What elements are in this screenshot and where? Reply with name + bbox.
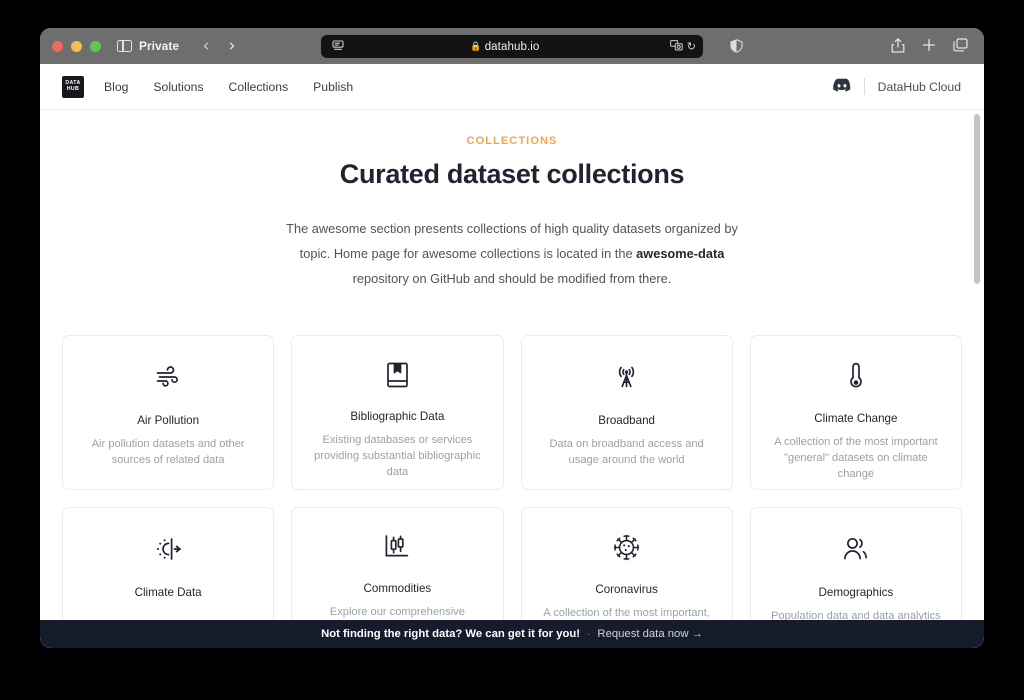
datahub-logo[interactable]: DATA HUB (62, 76, 84, 98)
share-icon[interactable] (891, 38, 905, 55)
card-title: Demographics (819, 586, 894, 599)
virus-icon (613, 534, 640, 561)
sun-climate-icon (155, 534, 181, 564)
tab-overview-icon[interactable] (953, 38, 968, 54)
thermometer-icon (848, 362, 864, 390)
back-button[interactable]: ‹ (193, 38, 219, 55)
forward-button[interactable]: › (219, 38, 245, 55)
book-bookmark-icon (386, 362, 409, 388)
translate-icon[interactable] (670, 40, 683, 54)
hero-section: COLLECTIONS Curated dataset collections … (40, 110, 984, 292)
card-title: Coronavirus (595, 583, 658, 596)
scrollbar-thumb[interactable] (974, 114, 980, 284)
page-viewport: DATA HUB Blog Solutions Collections Publ… (40, 64, 984, 648)
request-data-banner[interactable]: Not finding the right data? We can get i… (40, 620, 984, 648)
titlebar-right-actions (891, 38, 972, 55)
address-bar[interactable]: 🔒 datahub.io ↻ (321, 35, 703, 58)
card-title: Broadband (598, 414, 655, 427)
nav-link-collections[interactable]: Collections (229, 80, 289, 94)
new-tab-icon[interactable] (922, 38, 936, 54)
url-value: datahub.io (485, 41, 540, 53)
nav-link-solutions[interactable]: Solutions (153, 80, 203, 94)
banner-separator: · (587, 629, 590, 640)
collection-card-climate-change[interactable]: Climate Change A collection of the most … (750, 335, 962, 490)
desc-bold-term: awesome-data (636, 246, 724, 261)
collection-card-grid: Air Pollution Air pollution datasets and… (62, 335, 962, 648)
page-title: Curated dataset collections (40, 159, 984, 190)
collection-card-broadband[interactable]: Broadband Data on broadband access and u… (521, 335, 733, 490)
card-title: Commodities (364, 582, 432, 595)
people-icon (842, 534, 869, 564)
close-window-button[interactable] (52, 41, 63, 52)
minimize-window-button[interactable] (71, 41, 82, 52)
card-description: Air pollution datasets and other sources… (79, 436, 257, 468)
page-eyebrow: COLLECTIONS (40, 135, 984, 147)
navbar-right: DataHub Cloud (833, 78, 961, 96)
navbar-divider (864, 78, 865, 95)
reload-icon[interactable]: ↻ (687, 40, 696, 53)
window-traffic-lights (52, 41, 101, 52)
sidebar-icon[interactable] (117, 40, 132, 52)
collection-card-bibliographic-data[interactable]: Bibliographic Data Existing databases or… (291, 335, 503, 490)
page-description: The awesome section presents collections… (277, 217, 747, 292)
card-title: Climate Data (135, 586, 202, 599)
nav-link-blog[interactable]: Blog (104, 80, 128, 94)
card-title: Bibliographic Data (350, 410, 444, 423)
request-data-link[interactable]: Request data now → (597, 628, 703, 640)
browser-titlebar: Private ‹ › 🔒 datahub.io (40, 28, 984, 64)
private-mode-indicator[interactable]: Private (117, 39, 179, 53)
collection-card-air-pollution[interactable]: Air Pollution Air pollution datasets and… (62, 335, 274, 490)
candlestick-chart-icon (384, 534, 410, 560)
card-description: Data on broadband access and usage aroun… (538, 436, 716, 468)
desc-part-2: repository on GitHub and should be modif… (353, 271, 672, 286)
browser-window: Private ‹ › 🔒 datahub.io (40, 28, 984, 648)
card-title: Air Pollution (137, 414, 199, 427)
logo-line-2: HUB (67, 87, 79, 92)
private-label: Private (139, 39, 179, 53)
privacy-shield-icon[interactable] (730, 39, 743, 56)
banner-message: Not finding the right data? We can get i… (321, 628, 580, 640)
zoom-window-button[interactable] (90, 41, 101, 52)
card-description: A collection of the most important "gene… (767, 434, 945, 482)
wind-icon (155, 362, 182, 392)
site-navbar: DATA HUB Blog Solutions Collections Publ… (40, 64, 984, 110)
broadcast-tower-icon (613, 362, 640, 392)
datahub-cloud-link[interactable]: DataHub Cloud (878, 80, 961, 94)
url-text-container[interactable]: 🔒 datahub.io (344, 41, 666, 53)
lock-icon: 🔒 (470, 41, 481, 51)
discord-icon[interactable] (833, 78, 851, 96)
page-scrollbar[interactable] (973, 110, 982, 620)
reader-view-icon[interactable] (332, 40, 344, 54)
nav-link-publish[interactable]: Publish (313, 80, 353, 94)
card-description: Existing databases or services providing… (308, 432, 486, 480)
card-title: Climate Change (814, 412, 897, 425)
